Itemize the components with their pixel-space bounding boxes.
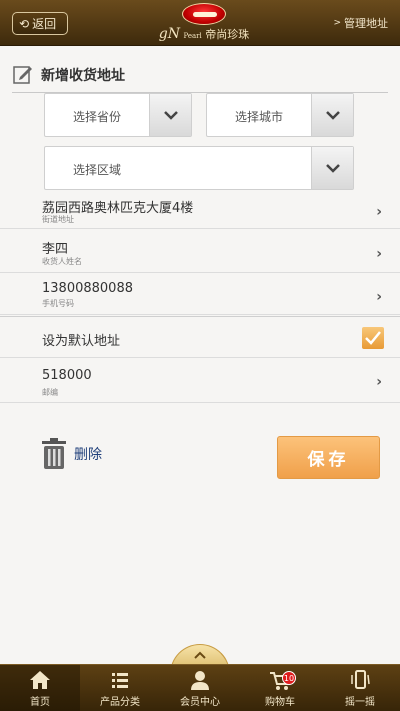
user-icon <box>191 671 209 690</box>
district-select[interactable]: 选择区域 <box>44 146 354 190</box>
default-address-row: 设为默认地址 <box>0 316 400 358</box>
recipient-name-row[interactable]: 李四 收货人姓名 › <box>0 231 400 273</box>
logo-brand: gN <box>158 26 180 42</box>
nav-item-home[interactable]: 首页 <box>0 665 80 711</box>
district-select-label: 选择区域 <box>73 163 122 177</box>
chevron-down-icon <box>311 94 353 136</box>
recipient-name-value: 李四 <box>42 242 69 257</box>
nav-item-cart[interactable]: 10 购物车 <box>240 665 320 711</box>
home-icon <box>30 671 50 689</box>
nav-label: 摇一摇 <box>345 697 375 708</box>
brand-logo: gN Pearl 帝尚珍珠 <box>159 3 249 43</box>
province-select[interactable]: 选择省份 <box>44 93 192 137</box>
nav-item-shake[interactable]: 摇一摇 <box>320 665 400 711</box>
city-select[interactable]: 选择城市 <box>206 93 354 137</box>
postal-code-row[interactable]: 518000 邮编 › <box>0 360 400 403</box>
cart-badge: 10 <box>282 671 296 685</box>
chevron-down-icon <box>149 94 191 136</box>
delete-label: 删除 <box>74 447 102 463</box>
street-address-row[interactable]: 荔园西路奥林匹克大厦4楼 街道地址 › <box>0 189 400 229</box>
postal-code-value: 518000 <box>42 368 92 383</box>
nav-item-categories[interactable]: 产品分类 <box>80 665 160 711</box>
page-title: 新增收货地址 <box>41 68 125 84</box>
logo-text: gN Pearl 帝尚珍珠 <box>159 26 250 42</box>
default-address-checkbox[interactable] <box>362 327 384 349</box>
chevron-right-icon: › <box>376 246 382 262</box>
lips-logo-icon <box>182 3 226 25</box>
chevron-down-icon <box>311 147 353 189</box>
nav-label: 产品分类 <box>100 697 140 708</box>
top-bar: ⟲ 返回 gN Pearl 帝尚珍珠 > 管理地址 <box>0 0 400 46</box>
list-icon <box>112 673 128 688</box>
save-button[interactable]: 保存 <box>277 436 380 479</box>
city-select-label: 选择城市 <box>235 110 284 124</box>
edit-icon <box>13 66 32 84</box>
back-button[interactable]: ⟲ 返回 <box>12 12 68 35</box>
check-icon <box>365 331 381 345</box>
recipient-name-label: 收货人姓名 <box>42 257 82 266</box>
manage-address-link[interactable]: > 管理地址 <box>333 15 388 31</box>
nav-label: 会员中心 <box>180 697 220 708</box>
bottom-nav: 首页 产品分类 会员中心 10 购物车 摇一摇 <box>0 664 400 711</box>
default-address-label: 设为默认地址 <box>42 334 121 349</box>
nav-label: 首页 <box>30 697 50 708</box>
street-address-label: 街道地址 <box>42 215 74 224</box>
section-title: 新增收货地址 <box>12 64 125 86</box>
chevron-right-icon: › <box>376 289 382 305</box>
logo-chinese: 帝尚珍珠 <box>205 28 250 41</box>
postal-code-label: 邮编 <box>42 388 58 397</box>
nav-item-member[interactable]: 会员中心 <box>160 665 240 711</box>
chevron-right-icon: > <box>333 18 341 28</box>
chevron-right-icon: › <box>376 374 382 390</box>
chevron-right-icon: › <box>376 204 382 220</box>
trash-icon <box>42 438 66 469</box>
manage-address-label: 管理地址 <box>344 17 388 30</box>
phone-label: 手机号码 <box>42 299 74 308</box>
nav-label: 购物车 <box>265 697 295 708</box>
chevron-up-icon <box>194 651 206 659</box>
logo-pearl: Pearl <box>183 32 202 40</box>
back-label: 返回 <box>32 17 57 31</box>
phone-row[interactable]: 13800880088 手机号码 › <box>0 275 400 315</box>
back-arrow-icon: ⟲ <box>19 16 30 31</box>
province-select-label: 选择省份 <box>73 110 122 124</box>
delete-button[interactable]: 删除 <box>40 438 102 470</box>
shake-phone-icon <box>351 670 370 689</box>
phone-value: 13800880088 <box>42 281 133 296</box>
